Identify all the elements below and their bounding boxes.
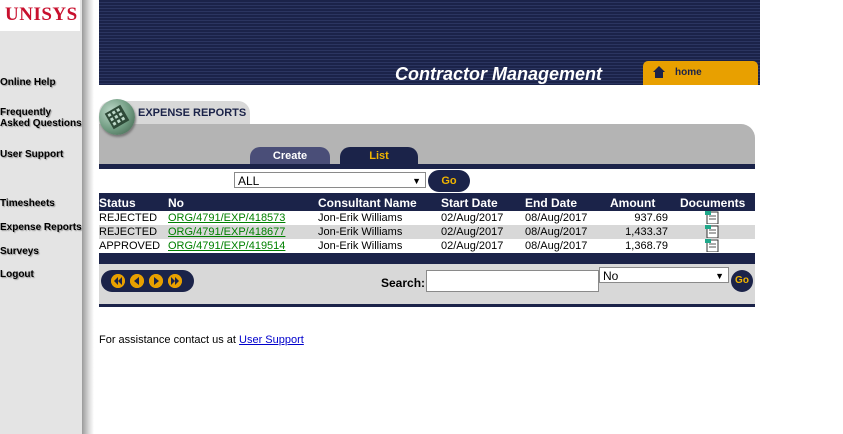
nav-online-help[interactable]: Online Help	[0, 77, 82, 88]
row-consultant: Jon-Erik Williams	[318, 240, 403, 252]
home-icon	[653, 66, 665, 78]
app-title: Contractor Management	[395, 64, 603, 84]
row-start-date: 02/Aug/2017	[441, 240, 504, 252]
search-field-value: No	[603, 269, 619, 283]
col-status[interactable]: Status	[99, 196, 136, 210]
col-documents[interactable]: Documents	[680, 196, 745, 210]
first-page-icon[interactable]	[111, 274, 125, 288]
col-consultant[interactable]: Consultant Name	[318, 196, 417, 210]
logo-box: UNISYS	[0, 0, 80, 31]
home-label: home	[675, 67, 702, 78]
search-field-select[interactable]: No ▼	[599, 267, 729, 283]
search-label: Search:	[381, 276, 426, 290]
document-icon[interactable]	[705, 211, 719, 224]
row-status: REJECTED	[99, 212, 158, 224]
row-amount: 937.69	[634, 212, 668, 224]
row-consultant: Jon-Erik Williams	[318, 212, 403, 224]
home-button[interactable]: home	[643, 61, 758, 85]
nav-faq[interactable]: Frequently Asked Questions	[0, 107, 82, 129]
nav-user-support[interactable]: User Support	[0, 149, 82, 160]
next-page-icon[interactable]	[149, 274, 163, 288]
table-header	[99, 193, 755, 211]
chevron-down-icon: ▼	[412, 176, 421, 186]
row-start-date: 02/Aug/2017	[441, 212, 504, 224]
chevron-down-icon: ▼	[715, 271, 724, 281]
document-icon[interactable]	[705, 239, 719, 252]
search-go-button[interactable]: Go	[731, 270, 753, 292]
prev-page-icon[interactable]	[130, 274, 144, 288]
tab-list[interactable]: List	[340, 147, 418, 165]
calculator-icon	[99, 99, 135, 135]
row-consultant: Jon-Erik Williams	[318, 226, 403, 238]
last-page-icon[interactable]	[168, 274, 182, 288]
row-expense-link[interactable]: ORG/4791/EXP/418677	[168, 225, 285, 239]
row-amount: 1,433.37	[625, 226, 668, 238]
sidebar-shadow	[82, 0, 94, 434]
col-amount[interactable]: Amount	[610, 196, 655, 210]
filter-go-button[interactable]: Go	[428, 170, 470, 192]
nav-timesheets[interactable]: Timesheets	[0, 198, 82, 209]
col-no[interactable]: No	[168, 196, 184, 210]
nav-logout[interactable]: Logout	[0, 269, 82, 280]
assistance-label: For assistance contact us at	[99, 334, 236, 346]
row-end-date: 08/Aug/2017	[525, 212, 588, 224]
col-start-date[interactable]: Start Date	[441, 196, 498, 210]
status-filter-value: ALL	[238, 174, 260, 188]
search-input[interactable]	[426, 270, 599, 292]
row-expense-link[interactable]: ORG/4791/EXP/419514	[168, 239, 285, 253]
row-end-date: 08/Aug/2017	[525, 226, 588, 238]
bottom-divider	[99, 304, 755, 307]
calculator-icon-graphic	[104, 104, 130, 130]
assistance-text: For assistance contact us at User Suppor…	[99, 334, 304, 346]
nav-surveys[interactable]: Surveys	[0, 246, 82, 257]
row-expense-link[interactable]: ORG/4791/EXP/418573	[168, 211, 285, 225]
row-status: REJECTED	[99, 226, 158, 238]
nav-expense-reports[interactable]: Expense Reports	[0, 222, 82, 233]
filter-strip	[99, 169, 755, 193]
user-support-link[interactable]: User Support	[239, 334, 304, 346]
tab-create[interactable]: Create	[250, 147, 330, 165]
col-end-date[interactable]: End Date	[525, 196, 577, 210]
status-filter-select[interactable]: ALL ▼	[234, 172, 426, 188]
sidebar	[0, 0, 82, 434]
document-icon[interactable]	[705, 225, 719, 238]
table-footer-bar	[99, 253, 755, 264]
row-start-date: 02/Aug/2017	[441, 226, 504, 238]
pager	[101, 270, 194, 292]
unisys-logo: UNISYS	[5, 4, 78, 25]
row-amount: 1,368.79	[625, 240, 668, 252]
row-status: APPROVED	[99, 240, 161, 252]
row-end-date: 08/Aug/2017	[525, 240, 588, 252]
gray-panel	[99, 124, 755, 164]
section-title: EXPENSE REPORTS	[138, 107, 247, 119]
